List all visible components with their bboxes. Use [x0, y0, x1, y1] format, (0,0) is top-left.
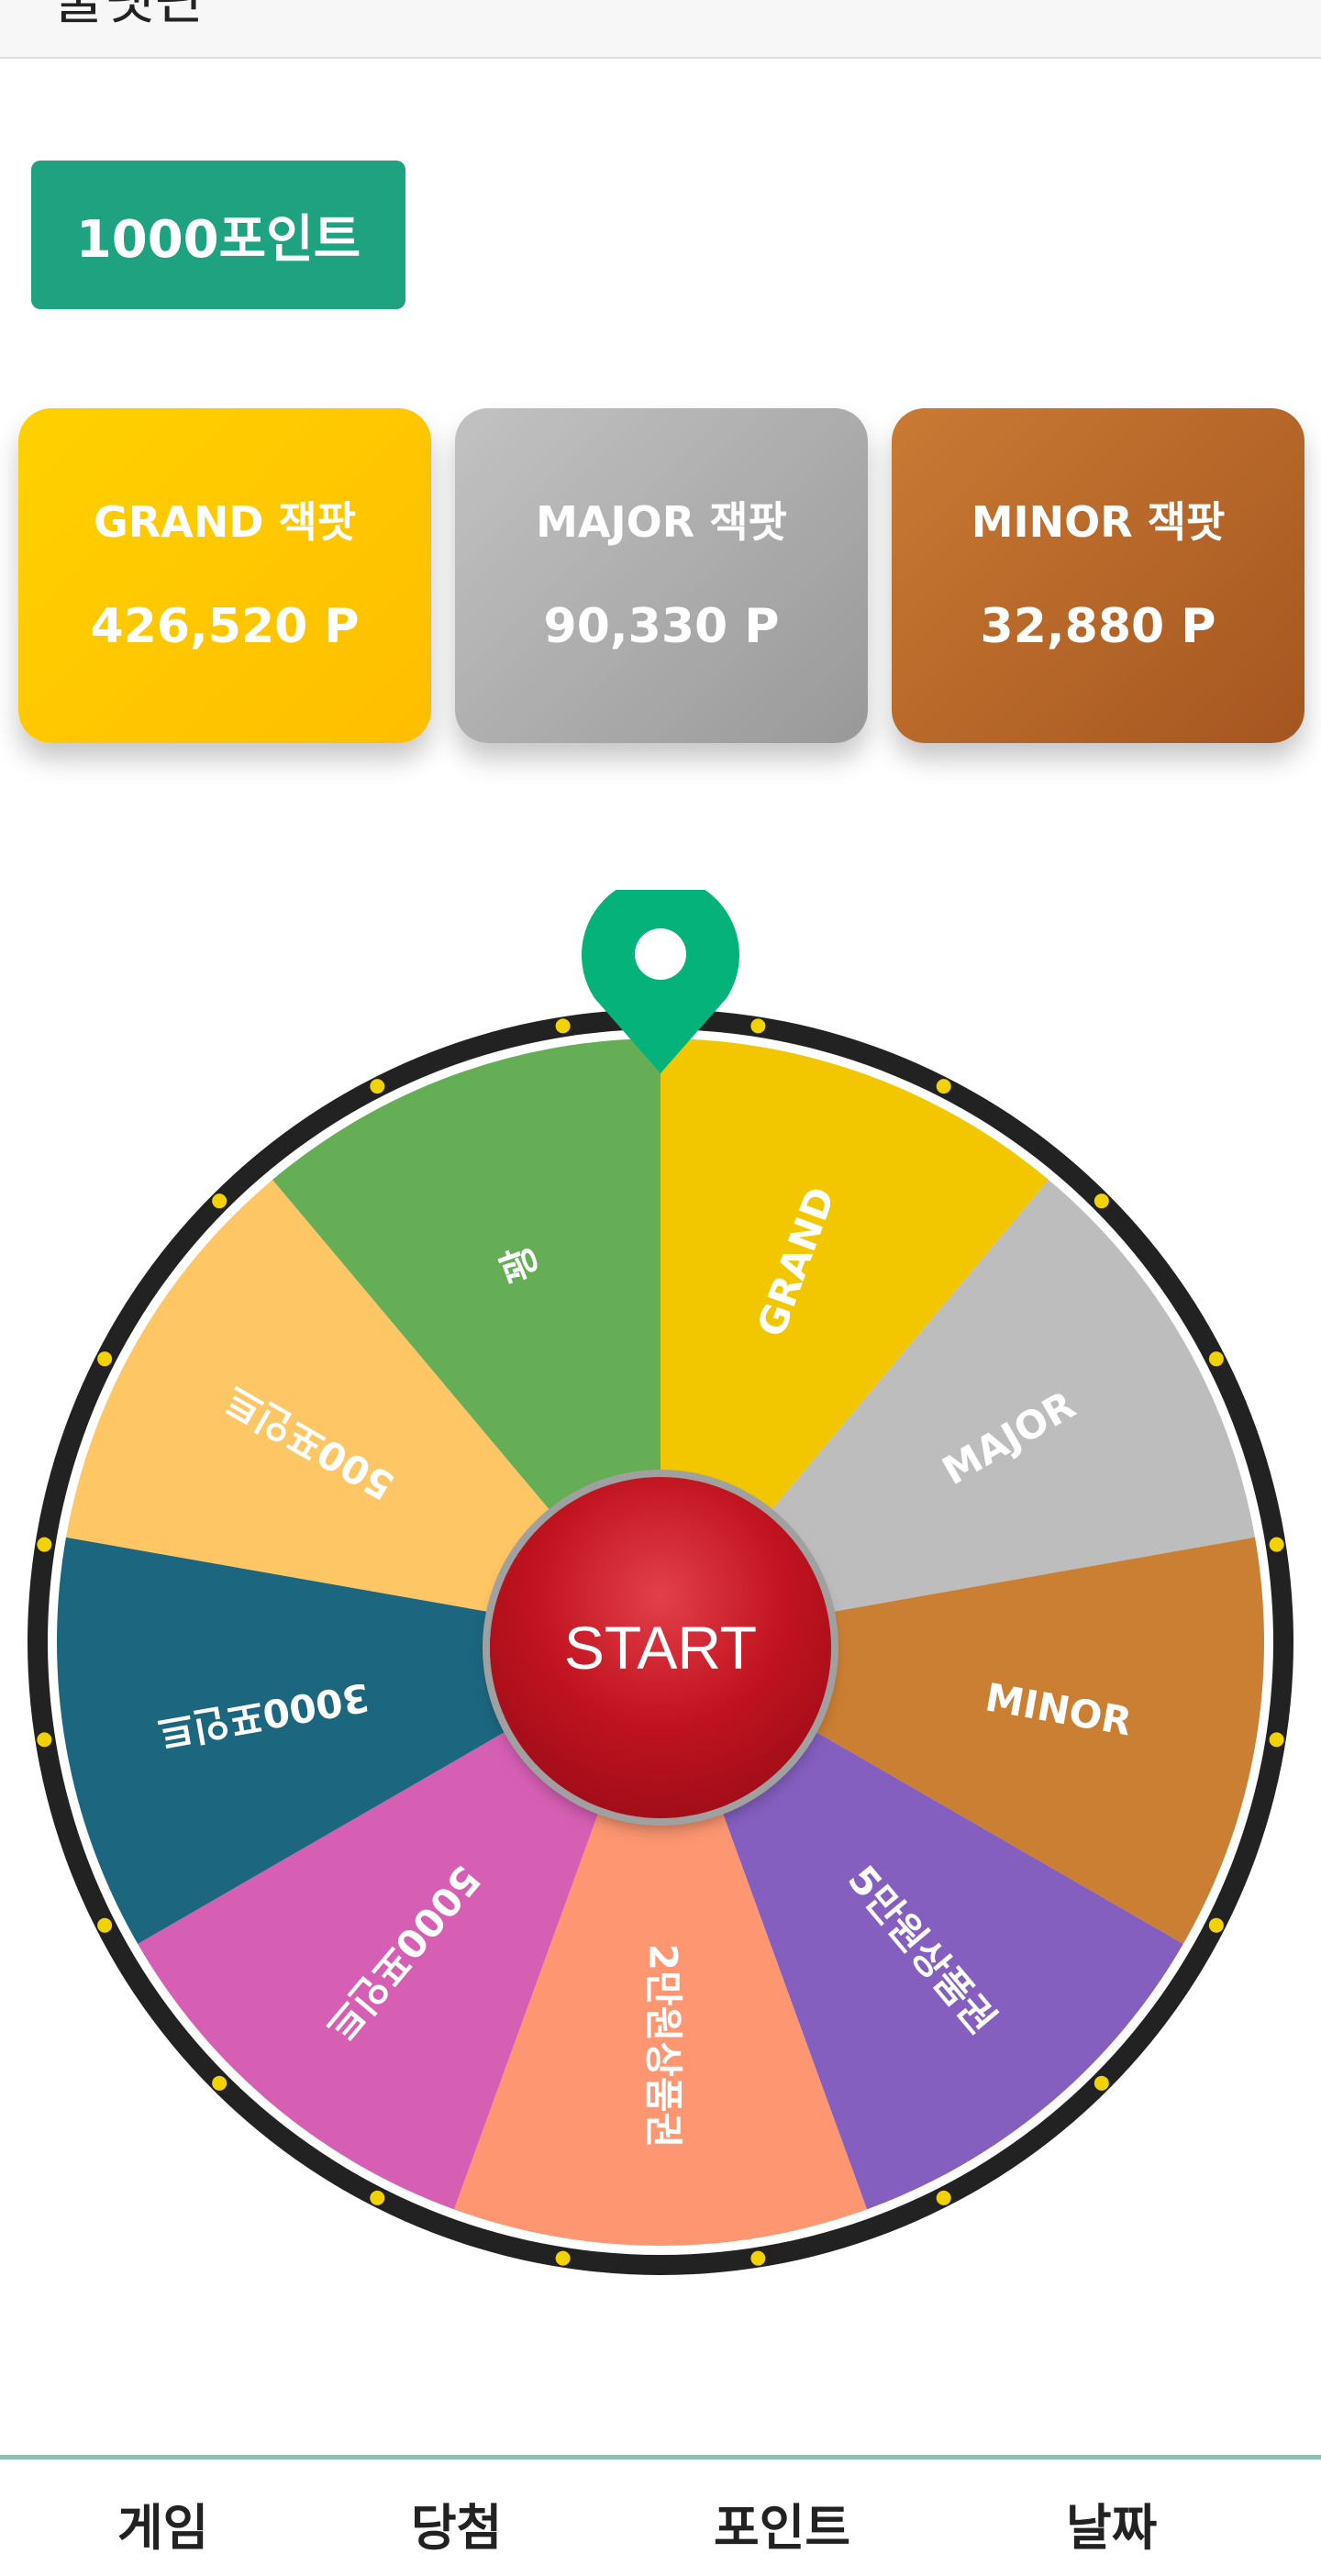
wheel-light [750, 1018, 766, 1034]
top-bar: 룰렛판 [0, 0, 1321, 59]
points-button[interactable]: 1000포인트 [31, 161, 405, 309]
wheel-light [37, 1732, 52, 1748]
page-title: 룰렛판 [53, 0, 205, 32]
nav-item-winnings[interactable]: 당첨 [411, 2487, 502, 2559]
wheel-light [97, 1917, 113, 1933]
wheel-light [370, 2190, 385, 2205]
wheel-light [1269, 1732, 1284, 1748]
wheel-light [1208, 1351, 1224, 1367]
jackpot-value: 426,520 P [90, 599, 360, 654]
jackpot-title: MAJOR 잭팟 [536, 497, 787, 547]
wheel-light [37, 1537, 52, 1552]
wheel-light [1093, 2075, 1109, 2091]
roulette-wheel: GRAND MAJOR MINOR 5만원상품권 2만원상품권 5000포인트 3000포인… [18, 890, 1303, 2303]
wheel-light [936, 1079, 951, 1094]
wheel-light [212, 1194, 228, 1209]
wheel-light [97, 1351, 113, 1367]
page: 룰렛판 1000포인트 GRAND 잭팟 426,520 P MAJOR 잭팟 … [0, 0, 1321, 2576]
wheel-light [750, 2250, 766, 2266]
start-button[interactable]: START [490, 1477, 831, 1818]
jackpot-value: 32,880 P [980, 599, 1216, 654]
wheel-light [936, 2190, 951, 2205]
jackpot-card-grand: GRAND 잭팟 426,520 P [18, 408, 431, 743]
jackpot-card-minor: MINOR 잭팟 32,880 P [892, 408, 1304, 743]
jackpot-value: 90,330 P [543, 599, 780, 654]
wheel-segment-label: 2만원상품권 [641, 1944, 686, 2148]
wheel-light [555, 2250, 571, 2266]
wheel-light [1269, 1537, 1284, 1552]
jackpot-title: GRAND 잭팟 [93, 497, 357, 547]
nav-item-points[interactable]: 포인트 [714, 2487, 850, 2559]
wheel-light [555, 1018, 571, 1034]
bottom-nav: 게임 당첨 포인트 날짜 [0, 2455, 1321, 2576]
wheel-light [370, 1079, 385, 1094]
wheel-light [1208, 1917, 1224, 1933]
nav-item-game[interactable]: 게임 [117, 2487, 208, 2559]
nav-item-date[interactable]: 날짜 [1066, 2487, 1157, 2559]
wheel-light [1093, 1194, 1109, 1209]
jackpot-card-major: MAJOR 잭팟 90,330 P [455, 408, 868, 743]
wheel-light [212, 2075, 228, 2091]
jackpot-title: MINOR 잭팟 [971, 497, 1226, 547]
